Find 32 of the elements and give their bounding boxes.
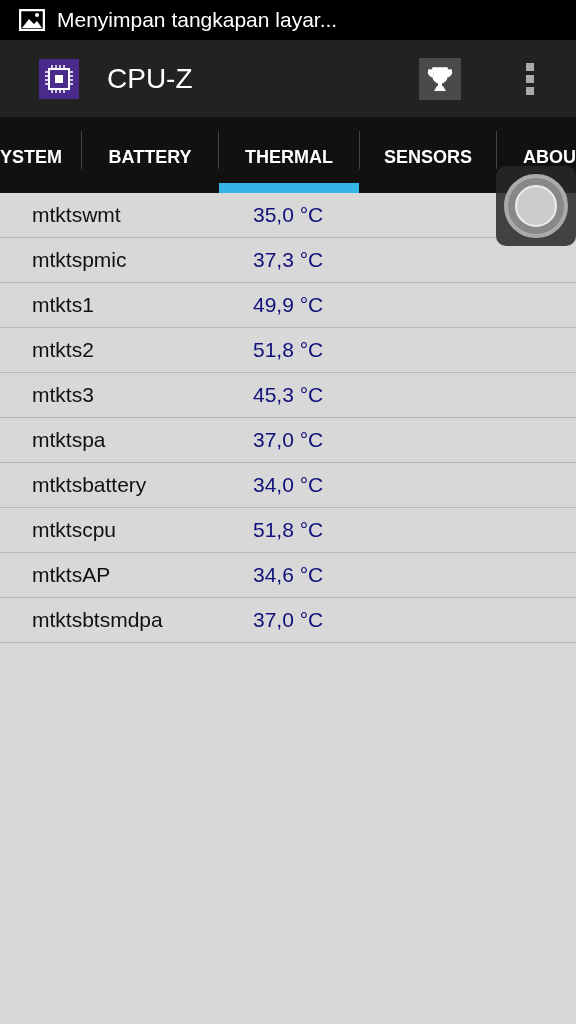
tab[interactable]: THERMAL: [219, 117, 359, 193]
sensor-name: mtktspa: [31, 428, 107, 452]
temperature-value: 49,9 °C: [253, 293, 324, 317]
tab[interactable]: YSTEM: [0, 145, 81, 169]
temperature-value: 37,0 °C: [253, 608, 324, 632]
sensor-name: mtkts2: [31, 338, 95, 362]
assistive-touch-button[interactable]: [496, 166, 576, 246]
picture-icon: [19, 9, 45, 31]
temperature-value: 34,6 °C: [253, 563, 324, 587]
sensor-name: mtktsbtsmdpa: [31, 608, 164, 632]
sensor-name: mtktscpu: [31, 518, 118, 542]
app-title: CPU-Z: [107, 62, 194, 95]
sensor-name: mtktspmic: [31, 248, 128, 272]
tab[interactable]: BATTERY: [82, 145, 218, 169]
tab[interactable]: ABOU: [497, 145, 576, 169]
temperature-value: 51,8 °C: [253, 518, 324, 542]
sensor-name: mtktsbattery: [31, 473, 148, 497]
sensor-name: mtkts1: [31, 293, 95, 317]
tab[interactable]: SENSORS: [360, 145, 496, 169]
trophy-button[interactable]: [419, 57, 461, 100]
temperature-value: 45,3 °C: [253, 383, 324, 407]
temperature-value: 37,3 °C: [253, 248, 324, 272]
sensor-name: mtktswmt: [31, 203, 122, 227]
sensor-name: mtktsAP: [31, 563, 112, 587]
temperature-value: 35,0 °C: [253, 203, 324, 227]
temperature-value: 51,8 °C: [253, 338, 324, 362]
chip-icon: [39, 58, 79, 99]
notification-text: Menyimpan tangkapan layar...: [57, 8, 338, 32]
temperature-value: 37,0 °C: [253, 428, 324, 452]
sensor-name: mtkts3: [31, 383, 95, 407]
temperature-value: 34,0 °C: [253, 473, 324, 497]
more-menu-icon[interactable]: [525, 61, 535, 96]
